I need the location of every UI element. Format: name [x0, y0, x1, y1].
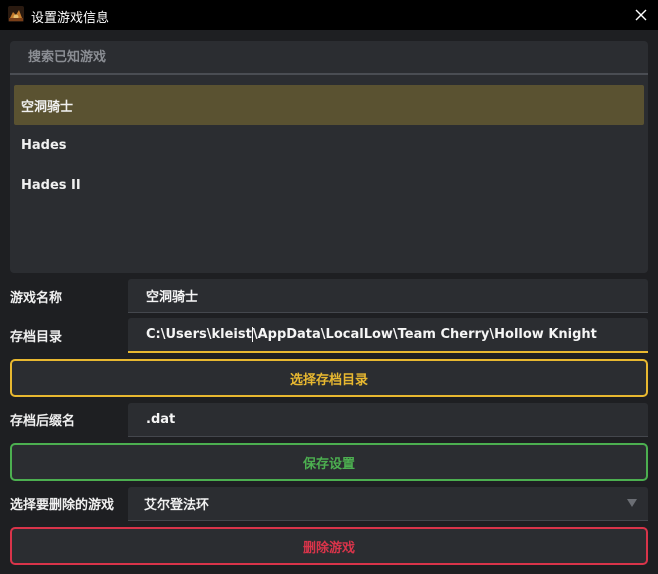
search-input[interactable] [10, 41, 648, 73]
list-item-hollow-knight[interactable]: 空洞骑士 [14, 85, 644, 125]
save-suffix-value: .dat [146, 412, 176, 427]
game-name-field[interactable]: 空洞骑士 [128, 279, 648, 313]
list-item-hades[interactable]: Hades [14, 125, 644, 165]
list-item-label: 空洞骑士 [21, 99, 74, 115]
known-games-list: 空洞骑士 Hades Hades II [14, 85, 644, 205]
save-dir-value-part2: \AppData\LocalLow\Team Cherry\Hollow Kni… [252, 327, 597, 342]
save-dir-label: 存档目录 [10, 330, 63, 345]
list-item-label: Hades II [21, 177, 81, 193]
window-title: 设置游戏信息 [31, 11, 110, 26]
search-field-container [10, 41, 648, 75]
settings-window: 设置游戏信息 空洞骑士 Hades Hades II 游戏名称 空洞骑士 存档目… [0, 0, 658, 574]
delete-game-select-label: 选择要删除的游戏 [10, 498, 115, 513]
choose-save-dir-button-label: 选择存档目录 [289, 372, 368, 388]
save-dir-value-part1: C:\Users\kleist [146, 327, 252, 342]
dropdown-arrow-icon [627, 499, 637, 507]
save-suffix-field[interactable]: .dat [128, 403, 648, 437]
delete-game-select[interactable]: 艾尔登法环 [128, 487, 648, 521]
delete-game-button-label: 删除游戏 [302, 540, 355, 556]
save-dir-field[interactable]: C:\Users\kleist \AppData\LocalLow\Team Ch… [128, 318, 648, 353]
game-controller-icon [8, 6, 24, 22]
game-name-value: 空洞骑士 [146, 290, 199, 305]
game-search-panel: 空洞骑士 Hades Hades II [10, 41, 648, 273]
title-bar: 设置游戏信息 [0, 0, 658, 30]
close-button[interactable] [630, 4, 652, 26]
game-name-label: 游戏名称 [10, 291, 63, 306]
save-suffix-label: 存档后缀名 [10, 414, 76, 429]
choose-save-dir-button[interactable]: 选择存档目录 [10, 359, 648, 397]
save-settings-button-label: 保存设置 [302, 456, 355, 472]
delete-game-button[interactable]: 删除游戏 [10, 527, 648, 565]
list-item-label: Hades [21, 137, 67, 153]
close-icon [635, 9, 647, 21]
list-item-hades-ii[interactable]: Hades II [14, 165, 644, 205]
delete-game-select-value: 艾尔登法环 [144, 498, 210, 513]
save-settings-button[interactable]: 保存设置 [10, 443, 648, 481]
